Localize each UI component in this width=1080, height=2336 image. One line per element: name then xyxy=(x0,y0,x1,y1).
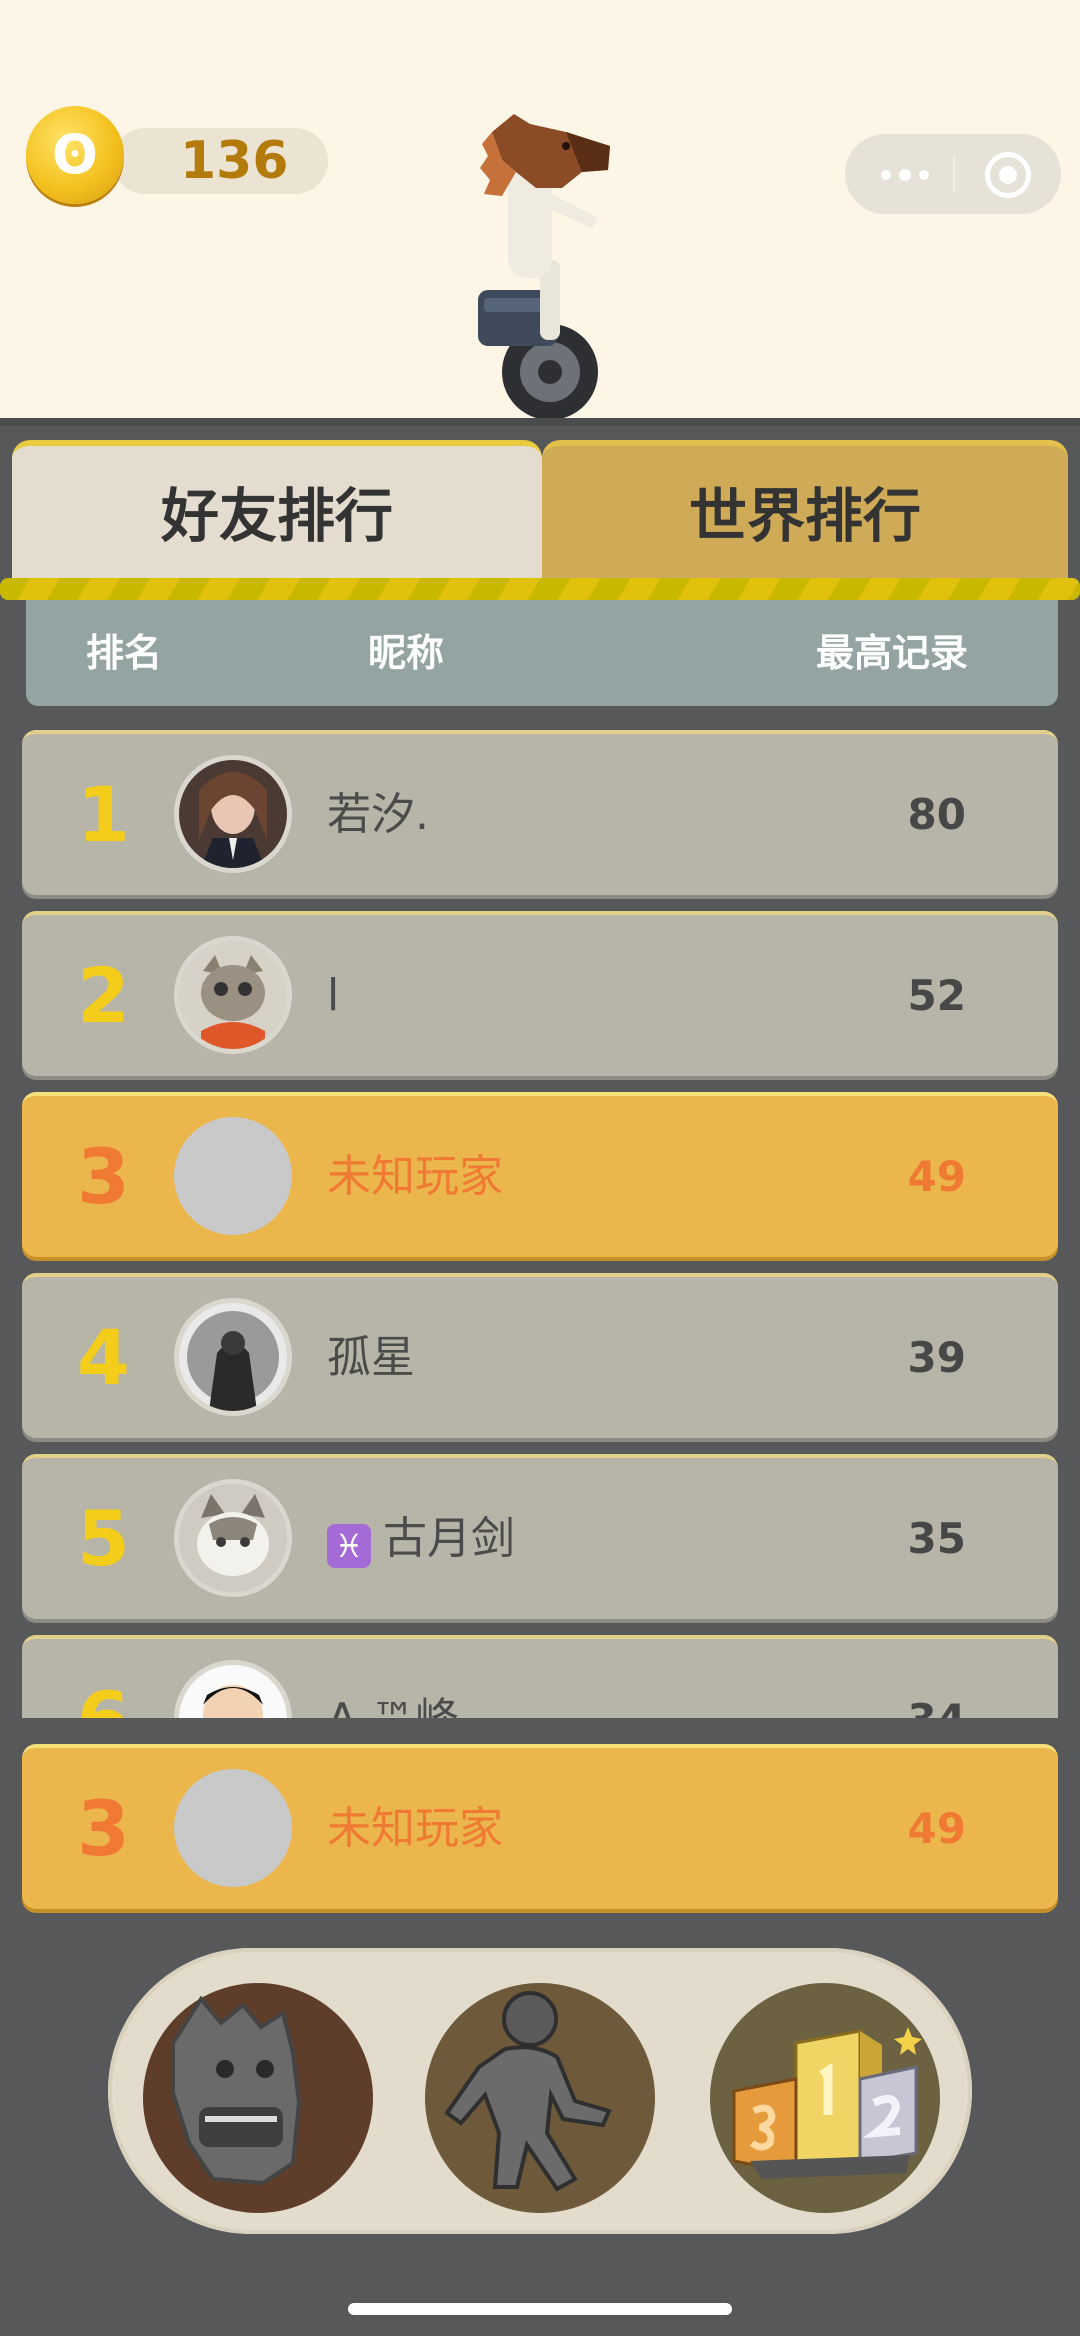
ranking-button[interactable] xyxy=(710,1983,940,2213)
player-score: 39 xyxy=(907,1333,966,1382)
rank-number: 5 xyxy=(77,1494,130,1583)
player-name-text: 古月剑 xyxy=(383,1513,515,1564)
leaderboard-list[interactable]: 1 若汐. 80 2 l 52 3 未知玩家 49 4 孤星 39 5 ♓古月 xyxy=(0,720,1080,1718)
my-player-score: 49 xyxy=(907,1804,966,1853)
hazard-stripe xyxy=(0,578,1080,600)
player-name: l xyxy=(327,970,340,1021)
horse-rider-character xyxy=(478,114,610,420)
game-scene: ʘ 136 xyxy=(0,0,1080,426)
player-name: A ™峰 xyxy=(327,1639,459,1718)
home-indicator[interactable] xyxy=(348,2303,732,2315)
rank-number: 2 xyxy=(77,951,130,1040)
horse-head-button[interactable] xyxy=(143,1983,373,2213)
avatar xyxy=(174,1660,292,1718)
rank-number: 4 xyxy=(77,1313,130,1402)
avatar xyxy=(174,1298,292,1416)
avatar xyxy=(174,936,292,1054)
coin-count: 136 xyxy=(180,131,289,191)
my-rank-number: 3 xyxy=(77,1784,130,1873)
table-row-current-player[interactable]: 3 未知玩家 49 xyxy=(22,1092,1058,1257)
player-score: 49 xyxy=(907,1152,966,1201)
rank-number: 1 xyxy=(77,770,130,859)
rank-number: 3 xyxy=(77,1132,130,1221)
table-row[interactable]: 5 ♓ 古月剑 35 xyxy=(22,1454,1058,1619)
rank-number: 6 xyxy=(77,1639,187,1718)
column-rank: 排名 xyxy=(86,631,163,675)
podium-icon xyxy=(732,2027,922,2179)
player-name: ♓ 古月剑 xyxy=(327,1458,515,1619)
rider-icon xyxy=(444,1991,612,2192)
player-name: 未知玩家 xyxy=(327,1151,503,1202)
column-nickname: 昵称 xyxy=(368,631,445,675)
table-row[interactable]: 2 l 52 xyxy=(22,911,1058,1076)
tab-friends-ranking[interactable]: 好友排行 xyxy=(12,440,542,580)
avatar xyxy=(174,1479,292,1597)
avatar xyxy=(174,755,292,873)
table-row[interactable]: 4 孤星 39 xyxy=(22,1273,1058,1438)
mini-program-capsule xyxy=(845,134,1061,214)
more-dots-icon[interactable] xyxy=(855,144,943,204)
player-score: 34 xyxy=(908,1639,966,1718)
ground-line xyxy=(0,418,1080,426)
table-row[interactable]: 6 A ™峰 34 xyxy=(22,1635,1058,1718)
player-score: 52 xyxy=(907,971,966,1020)
avatar-placeholder xyxy=(174,1117,292,1235)
leaderboard-header: 排名 昵称 最高记录 xyxy=(26,600,1058,706)
player-score: 35 xyxy=(907,1514,966,1563)
column-record: 最高记录 xyxy=(816,631,969,675)
pisces-emoji-icon: ♓ xyxy=(327,1524,371,1568)
rider-button[interactable] xyxy=(425,1983,655,2213)
player-name: 若汐. xyxy=(327,789,429,840)
my-player-name: 未知玩家 xyxy=(327,1803,503,1854)
player-name: 孤星 xyxy=(327,1332,415,1383)
capsule-divider xyxy=(953,156,955,192)
target-close-icon[interactable] xyxy=(985,152,1031,198)
avatar-placeholder xyxy=(174,1769,292,1887)
table-row[interactable]: 1 若汐. 80 xyxy=(22,730,1058,895)
player-score: 80 xyxy=(907,790,966,839)
my-rank-row[interactable]: 3 未知玩家 49 xyxy=(22,1744,1058,1909)
horse-head-icon xyxy=(171,1995,302,2186)
tab-world-ranking[interactable]: 世界排行 xyxy=(542,440,1068,580)
coin-icon: ʘ xyxy=(26,106,124,204)
